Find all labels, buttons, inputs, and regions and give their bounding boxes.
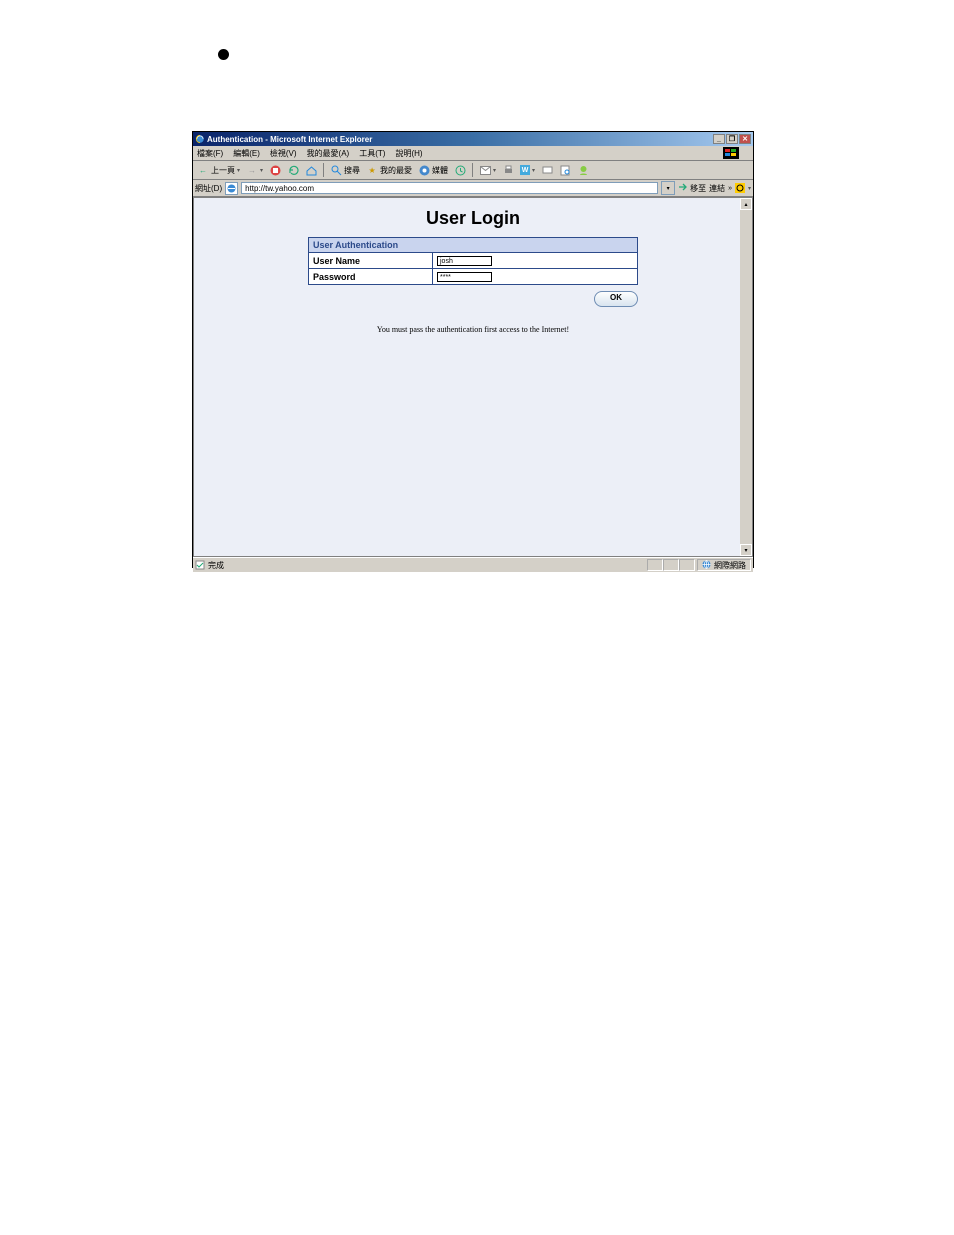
chevron-right-icon[interactable]: »	[728, 185, 732, 192]
messenger-icon	[577, 164, 589, 176]
globe-icon	[702, 560, 711, 571]
scroll-down-button[interactable]: ▾	[740, 544, 752, 556]
search-icon	[330, 164, 342, 176]
home-icon	[305, 164, 317, 176]
ie-window: Authentication - Microsoft Internet Expl…	[192, 131, 754, 568]
search-button[interactable]: 搜尋	[328, 164, 362, 176]
password-input[interactable]: ****	[437, 272, 492, 282]
page-icon	[225, 182, 238, 195]
star-icon: ★	[366, 164, 378, 176]
menu-file[interactable]: 檔案(F)	[197, 148, 223, 159]
mail-icon	[479, 164, 491, 176]
research-button[interactable]	[557, 164, 573, 176]
auth-header: User Authentication	[309, 238, 638, 253]
print-icon	[502, 164, 514, 176]
links-label[interactable]: 連結	[709, 183, 725, 194]
research-icon	[559, 164, 571, 176]
home-button[interactable]	[303, 164, 319, 176]
close-button[interactable]: ✕	[739, 134, 751, 144]
window-title: Authentication - Microsoft Internet Expl…	[207, 135, 372, 144]
zone-label: 網際網路	[714, 560, 746, 571]
back-button[interactable]: ← 上一頁 ▾	[195, 164, 242, 176]
back-arrow-icon: ←	[197, 164, 209, 176]
refresh-button[interactable]	[285, 164, 301, 176]
history-icon	[454, 164, 466, 176]
status-pane-2	[663, 559, 679, 571]
security-zone[interactable]: 網際網路	[697, 559, 751, 571]
auth-note: You must pass the authentication first a…	[194, 325, 752, 334]
status-pane-1	[647, 559, 663, 571]
forward-arrow-icon: →	[246, 164, 258, 176]
titlebar: Authentication - Microsoft Internet Expl…	[193, 132, 753, 146]
address-bar: 網址(D) http://tw.yahoo.com ▾ 移至 連結 » ▾	[193, 180, 753, 197]
address-input[interactable]: http://tw.yahoo.com	[241, 182, 658, 194]
edit-button[interactable]: W▾	[518, 165, 537, 175]
status-pane-3	[679, 559, 695, 571]
menu-help[interactable]: 說明(H)	[395, 148, 422, 159]
page-heading: User Login	[194, 208, 752, 229]
stop-icon	[269, 164, 281, 176]
menu-tools[interactable]: 工具(T)	[359, 148, 385, 159]
username-input[interactable]: josh	[437, 256, 492, 266]
menu-favorites[interactable]: 我的最愛(A)	[307, 148, 350, 159]
media-button[interactable]: 媒體	[416, 164, 450, 176]
menu-view[interactable]: 檢視(V)	[270, 148, 297, 159]
media-icon	[418, 164, 430, 176]
windows-logo-icon	[723, 147, 739, 159]
norton-av-icon[interactable]	[735, 183, 745, 193]
toolbar: ← 上一頁 ▾ → ▾ 搜尋 ★我的最愛 媒體 ▾ W▾	[193, 161, 753, 180]
status-bar: 完成 網際網路	[193, 557, 753, 572]
menu-edit[interactable]: 編輯(E)	[233, 148, 260, 159]
go-button[interactable]: 移至	[678, 182, 706, 194]
ie-logo-icon	[195, 134, 205, 144]
vertical-scrollbar[interactable]: ▴ ▾	[740, 198, 752, 556]
discuss-icon	[541, 164, 553, 176]
menu-bar: 檔案(F) 編輯(E) 檢視(V) 我的最愛(A) 工具(T) 說明(H)	[193, 146, 753, 161]
scroll-up-button[interactable]: ▴	[740, 198, 752, 210]
mail-button[interactable]: ▾	[477, 164, 498, 176]
bullet-icon	[218, 49, 229, 60]
go-icon	[678, 182, 688, 194]
stop-button[interactable]	[267, 164, 283, 176]
status-text: 完成	[208, 560, 224, 571]
refresh-icon	[287, 164, 299, 176]
content-viewport: ▴ ▾ User Login User Authentication User …	[193, 197, 753, 557]
maximize-button[interactable]: ❐	[726, 134, 738, 144]
address-label: 網址(D)	[195, 183, 222, 194]
discuss-button[interactable]	[539, 164, 555, 176]
history-button[interactable]	[452, 164, 468, 176]
norton-dropdown-icon[interactable]: ▾	[748, 185, 751, 192]
auth-table: User Authentication User Name josh Passw…	[308, 237, 638, 285]
favorites-button[interactable]: ★我的最愛	[364, 164, 414, 176]
username-label: User Name	[309, 253, 433, 269]
messenger-button[interactable]	[575, 164, 591, 176]
password-label: Password	[309, 269, 433, 285]
ok-button[interactable]: OK	[594, 291, 638, 307]
forward-button[interactable]: → ▾	[244, 164, 265, 176]
print-button[interactable]	[500, 164, 516, 176]
address-dropdown[interactable]: ▾	[661, 181, 675, 195]
minimize-button[interactable]: _	[713, 134, 725, 144]
edit-icon: W	[520, 165, 530, 175]
done-icon	[195, 560, 205, 570]
